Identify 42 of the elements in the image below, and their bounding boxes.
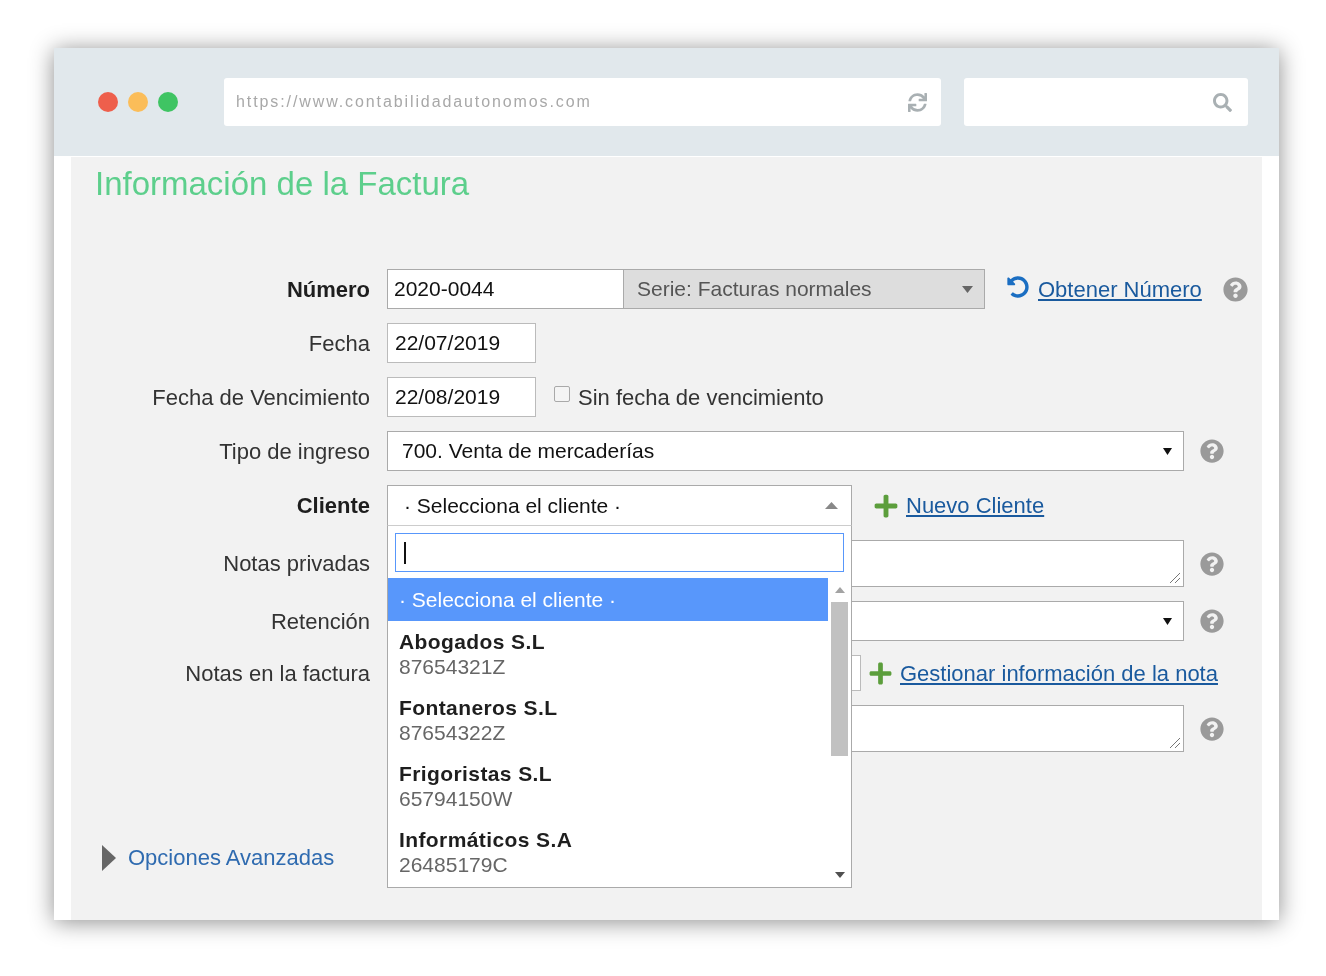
scrollbar-thumb[interactable]	[831, 602, 848, 756]
select-field[interactable]: 700. Venta de mercaderías	[387, 431, 1184, 471]
advanced-options-toggle[interactable]: Opciones Avanzadas	[102, 841, 335, 874]
get-number-link[interactable]: Obtener Número	[1038, 272, 1202, 306]
client-select[interactable]: · Selecciona el cliente ·	[387, 485, 852, 526]
search-field[interactable]	[964, 78, 1248, 126]
caret-icon	[962, 285, 973, 293]
caret-icon	[1163, 447, 1172, 455]
field-label: Fecha de Vencimiento	[152, 383, 370, 412]
field-label: Retención	[270, 607, 370, 636]
resize-handle-icon[interactable]	[1170, 738, 1180, 748]
field-label: Fecha	[308, 329, 370, 358]
page-title: Información de la Factura	[95, 164, 470, 204]
series-select[interactable]: Serie: Facturas normales	[624, 269, 985, 309]
dropdown-search-field[interactable]	[395, 533, 844, 572]
field-label: Cliente	[296, 492, 370, 520]
field-label: Notas en la factura	[185, 659, 370, 688]
search-icon[interactable]	[1213, 92, 1232, 112]
checkbox[interactable]	[554, 386, 570, 402]
caret-icon	[1163, 617, 1172, 625]
resize-handle-icon[interactable]	[1170, 573, 1180, 583]
refresh-icon[interactable]	[908, 92, 927, 112]
plus-icon[interactable]	[868, 660, 893, 686]
caret-icon	[825, 502, 838, 509]
scroll-down-icon[interactable]	[834, 872, 845, 878]
new-client-link[interactable]: Nuevo Cliente	[906, 489, 1045, 522]
help-icon[interactable]	[1200, 609, 1224, 633]
text-cursor-icon	[404, 541, 406, 564]
date-field[interactable]: 22/07/2019	[387, 323, 536, 363]
field-label: Número	[286, 275, 370, 304]
checkbox-label[interactable]: Sin fecha de vencimiento	[578, 380, 824, 414]
field-label: Notas privadas	[223, 550, 370, 578]
help-icon[interactable]	[1200, 439, 1224, 463]
help-icon[interactable]	[1200, 716, 1224, 741]
number-field[interactable]: 2020-0044	[387, 269, 624, 309]
date-field[interactable]: 22/08/2019	[387, 377, 536, 417]
refresh-icon[interactable]	[1007, 276, 1029, 298]
help-icon[interactable]	[1222, 276, 1248, 302]
field-label: Tipo de ingreso	[219, 437, 370, 466]
help-icon[interactable]	[1200, 551, 1224, 576]
manage-note-link[interactable]: Gestionar información de la nota	[900, 656, 1218, 690]
plus-icon[interactable]	[873, 492, 899, 519]
